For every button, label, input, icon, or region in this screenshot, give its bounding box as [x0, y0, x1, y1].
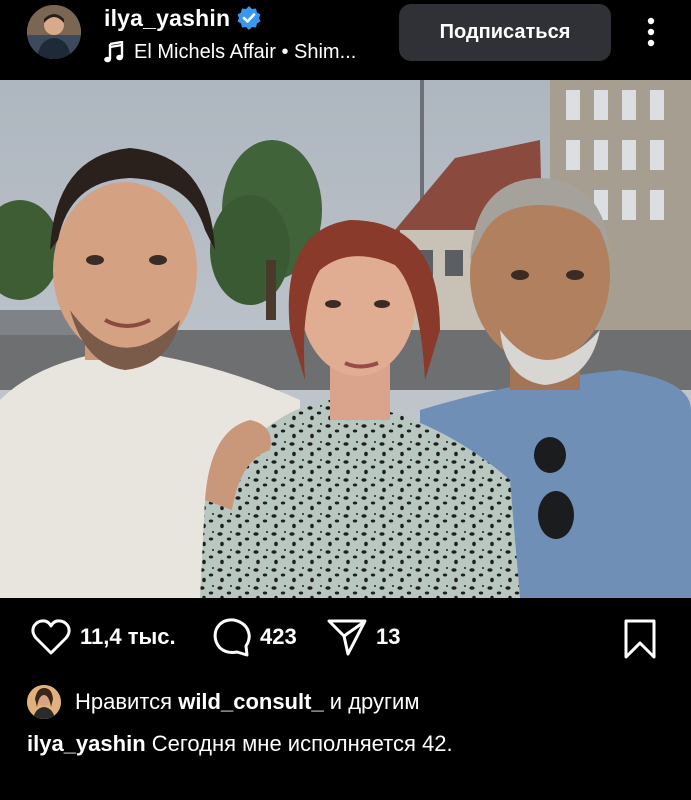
username-row: ilya_yashin [104, 4, 262, 32]
heart-icon [31, 619, 71, 655]
audio-title: El Michels Affair • Shim... [134, 40, 357, 63]
profile-avatar[interactable] [27, 5, 81, 59]
likes-count[interactable]: 11,4 тыс. [80, 624, 176, 650]
caption-text: Сегодня мне исполняется 42. [145, 731, 453, 756]
follow-button[interactable]: Подписаться [399, 4, 611, 61]
post-header: ilya_yashin El Michels Affair • Shim... … [0, 0, 691, 80]
comments-count[interactable]: 423 [260, 624, 297, 650]
liked-by-text: Нравится wild_consult_ и другим [75, 689, 419, 715]
comment-icon [213, 618, 251, 657]
post-photo[interactable] [0, 80, 691, 598]
username[interactable]: ilya_yashin [104, 5, 230, 32]
share-button[interactable]: 13 [326, 615, 400, 659]
more-vertical-icon[interactable] [640, 12, 662, 52]
liked-by-row[interactable]: Нравится wild_consult_ и другим [27, 684, 419, 720]
liker-avatar[interactable] [27, 685, 61, 719]
action-bar: 11,4 тыс. 423 13 [0, 598, 691, 682]
bookmark-icon [624, 619, 656, 659]
shares-count[interactable]: 13 [376, 624, 400, 650]
caption-author[interactable]: ilya_yashin [27, 731, 146, 756]
comment-button[interactable]: 423 [212, 615, 297, 659]
verified-badge-icon [236, 5, 262, 31]
liked-by-prefix: Нравится [75, 689, 179, 714]
liked-by-suffix: и другим [323, 689, 420, 714]
save-button[interactable] [620, 618, 660, 660]
music-note-icon [104, 40, 124, 63]
like-button[interactable]: 11,4 тыс. [30, 615, 176, 659]
caption: ilya_yashin Сегодня мне исполняется 42. [27, 731, 453, 761]
send-icon [327, 619, 367, 656]
liked-by-user[interactable]: wild_consult_ [178, 689, 323, 714]
audio-track[interactable]: El Michels Affair • Shim... [104, 40, 356, 64]
